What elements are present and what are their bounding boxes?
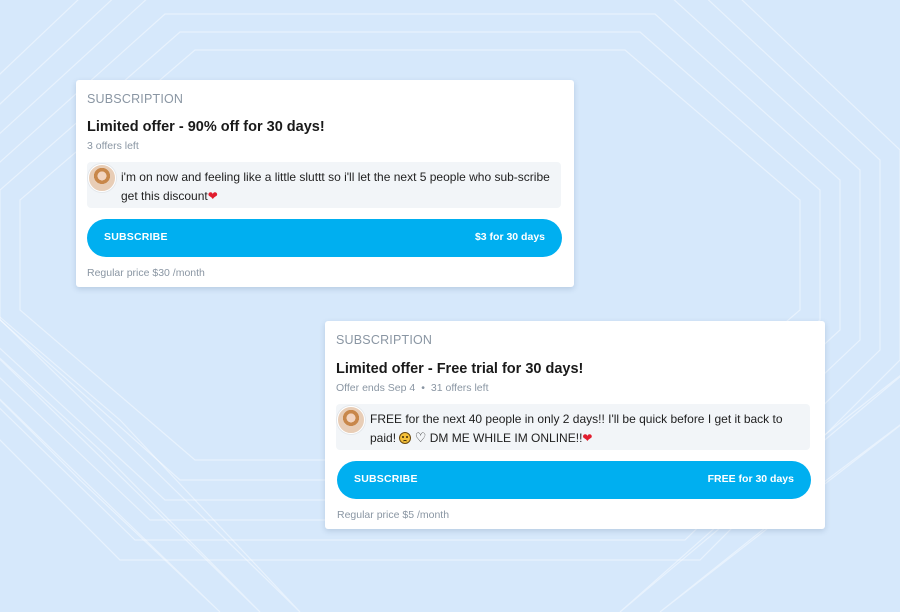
subscribe-label: SUBSCRIBE (104, 231, 168, 243)
offer-title: Limited offer - 90% off for 30 days! (87, 119, 325, 135)
card-header: SUBSCRIPTION (336, 333, 433, 347)
subscription-offer-card: SUBSCRIPTION Limited offer - 90% off for… (76, 80, 574, 287)
white-heart-icon: ♡ (414, 429, 427, 445)
regular-price: Regular price $30 /month (87, 267, 205, 279)
card-header: SUBSCRIPTION (87, 92, 184, 106)
avatar[interactable] (88, 164, 116, 192)
red-heart-icon: ❤ (582, 430, 593, 445)
avatar[interactable] (337, 406, 365, 434)
subscribe-button[interactable]: SUBSCRIBE $3 for 30 days (87, 219, 562, 257)
offer-ends-date: Offer ends Sep 4 (336, 382, 416, 394)
message-text: i'm on now and feeling like a little slu… (121, 168, 551, 205)
message-body-continued: DM ME WHILE IM ONLINE!! (429, 430, 583, 445)
subscription-offer-card: SUBSCRIPTION Limited offer - Free trial … (325, 321, 825, 529)
creator-message: FREE for the next 40 people in only 2 da… (336, 404, 810, 450)
subscribe-price: FREE for 30 days (707, 473, 794, 485)
offers-left-count: 31 offers left (430, 382, 489, 394)
creator-message: i'm on now and feeling like a little slu… (87, 162, 561, 208)
message-text: FREE for the next 40 people in only 2 da… (370, 410, 800, 447)
frowning-face-icon (399, 431, 412, 444)
subscribe-label: SUBSCRIBE (354, 473, 418, 485)
regular-price: Regular price $5 /month (337, 509, 450, 521)
meta-separator: • (421, 382, 425, 394)
offers-left-count: 3 offers left (87, 140, 139, 152)
offer-meta: Offer ends Sep 4 • 31 offers left (336, 382, 488, 394)
offer-title: Limited offer - Free trial for 30 days! (336, 361, 584, 377)
subscribe-price: $3 for 30 days (474, 231, 545, 243)
red-heart-icon: ❤ (207, 188, 218, 203)
subscribe-button[interactable]: SUBSCRIBE FREE for 30 days (337, 461, 811, 499)
message-body: i'm on now and feeling like a little slu… (121, 170, 550, 203)
